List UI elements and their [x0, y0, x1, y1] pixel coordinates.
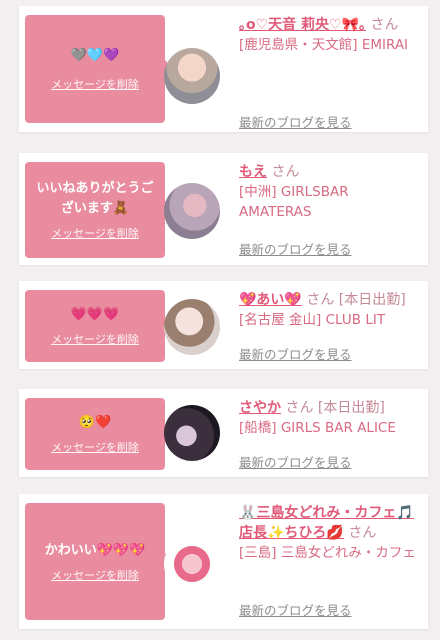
profile-info: 💖あい💖 さん [本日出勤] [名古屋 金山] CLUB LIT — [239, 290, 421, 330]
shop-name: [名古屋 金山] CLUB LIT — [239, 312, 386, 328]
girl-name-link[interactable]: もえ — [239, 164, 267, 180]
girl-name-link[interactable]: ｡o♡天音 莉央♡🎀｡ — [239, 17, 366, 33]
avatar[interactable] — [164, 536, 220, 592]
message-text: 💗💗💗 — [70, 307, 120, 322]
delete-message-link[interactable]: メッセージを削除 — [51, 439, 139, 455]
message-card: かわいい💖💖💖 メッセージを削除 🐰三島女どれみ・カフェ🎵店長✨ちひろ💋 さん … — [19, 494, 428, 629]
message-card: いいねありがとうございます🧸 メッセージを削除 もえ さん [中洲] GIRLS… — [19, 153, 428, 265]
delete-message-link[interactable]: メッセージを削除 — [51, 567, 139, 583]
delete-message-link[interactable]: メッセージを削除 — [51, 225, 139, 241]
profile-info: 🐰三島女どれみ・カフェ🎵店長✨ちひろ💋 さん [三島] 三島女どれみ・カフェ — [239, 503, 421, 563]
avatar[interactable] — [164, 48, 220, 104]
message-bubble: かわいい💖💖💖 メッセージを削除 — [25, 503, 165, 620]
message-bubble: 💗💗💗 メッセージを削除 — [25, 290, 165, 362]
shop-name: [中洲] GIRLSBAR AMATERAS — [239, 184, 349, 220]
honorific: さん — [306, 292, 335, 308]
delete-message-link[interactable]: メッセージを削除 — [51, 331, 139, 347]
latest-blog-link[interactable]: 最新のブログを見る — [239, 600, 352, 619]
avatar[interactable] — [164, 299, 220, 355]
shop-name: [鹿児島県・天文館] EMIRAI — [239, 37, 409, 53]
profile-info: もえ さん [中洲] GIRLSBAR AMATERAS — [239, 162, 421, 222]
message-text: 🩶🩵💜 — [70, 48, 120, 63]
message-bubble: 🩶🩵💜 メッセージを削除 — [25, 15, 165, 123]
message-text: 🥺❤️ — [78, 415, 112, 430]
girl-name-link[interactable]: さやか — [239, 400, 281, 416]
girl-name-link[interactable]: 🐰三島女どれみ・カフェ🎵店長✨ちひろ💋 — [239, 505, 414, 541]
latest-blog-link[interactable]: 最新のブログを見る — [239, 452, 352, 471]
message-bubble: 🥺❤️ メッセージを削除 — [25, 398, 165, 470]
work-status: [本日出勤] — [317, 400, 385, 416]
message-card: 🥺❤️ メッセージを削除 さやか さん [本日出勤] [船橋] GIRLS BA… — [19, 389, 428, 477]
latest-blog-link[interactable]: 最新のブログを見る — [239, 239, 352, 258]
shop-name: [三島] 三島女どれみ・カフェ — [239, 545, 416, 561]
profile-info: ｡o♡天音 莉央♡🎀｡ さん [鹿児島県・天文館] EMIRAI — [239, 15, 421, 55]
latest-blog-link[interactable]: 最新のブログを見る — [239, 344, 352, 363]
latest-blog-link[interactable]: 最新のブログを見る — [239, 112, 352, 131]
message-card: 💗💗💗 メッセージを削除 💖あい💖 さん [本日出勤] [名古屋 金山] CLU… — [19, 281, 428, 369]
honorific: さん — [348, 525, 377, 541]
message-text: かわいい💖💖💖 — [44, 542, 146, 558]
girl-name-link[interactable]: 💖あい💖 — [239, 292, 302, 308]
profile-info: さやか さん [本日出勤] [船橋] GIRLS BAR ALICE — [239, 398, 421, 438]
shop-name: [船橋] GIRLS BAR ALICE — [239, 420, 396, 436]
avatar[interactable] — [164, 183, 220, 239]
work-status: [本日出勤] — [338, 292, 406, 308]
honorific: さん — [271, 164, 300, 180]
message-bubble: いいねありがとうございます🧸 メッセージを削除 — [25, 162, 165, 258]
honorific: さん — [285, 400, 314, 416]
honorific: さん — [370, 17, 399, 33]
message-card: 🩶🩵💜 メッセージを削除 ｡o♡天音 莉央♡🎀｡ さん [鹿児島県・天文館] E… — [19, 6, 428, 132]
avatar[interactable] — [164, 405, 220, 461]
message-text: いいねありがとうございます🧸 — [36, 181, 154, 216]
delete-message-link[interactable]: メッセージを削除 — [51, 76, 139, 92]
